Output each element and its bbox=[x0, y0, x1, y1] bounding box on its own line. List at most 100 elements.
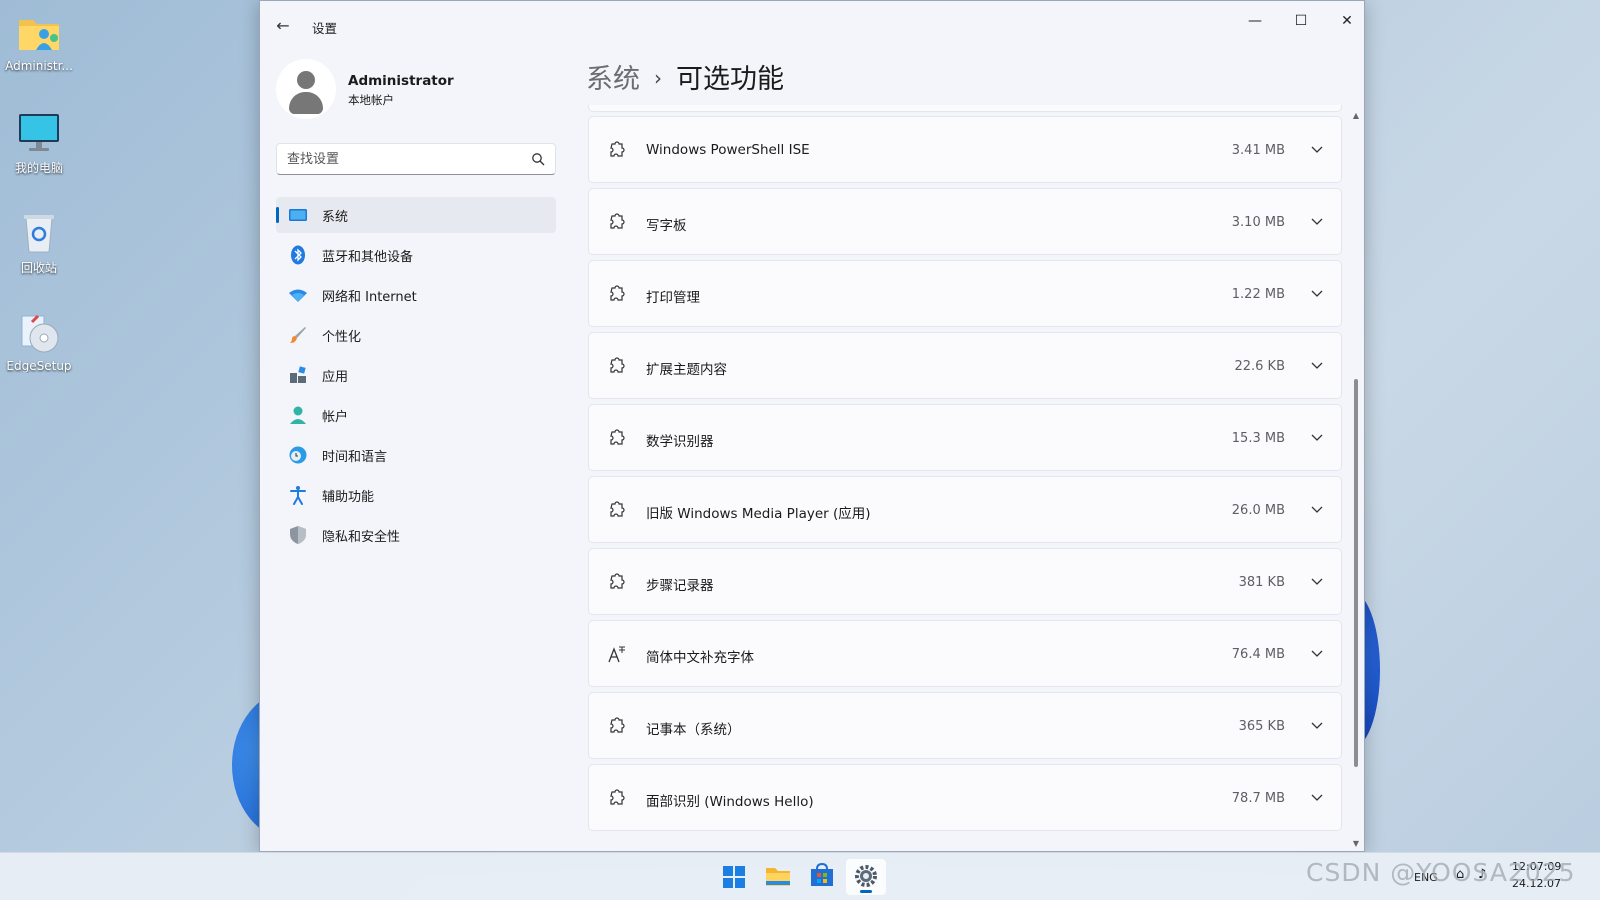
bluetooth-icon bbox=[291, 245, 305, 265]
settings-taskbar-button[interactable] bbox=[846, 859, 886, 895]
sidebar-item-label: 蓝牙和其他设备 bbox=[322, 249, 414, 265]
title-bar: ← 设置 — ☐ ✕ bbox=[260, 1, 1364, 49]
desktop-icon-recycle-bin[interactable]: 回收站 bbox=[2, 210, 76, 276]
feature-name: 简体中文补充字体 bbox=[646, 650, 754, 666]
sidebar-item-system[interactable]: 系统 bbox=[276, 197, 556, 233]
sidebar-item-accounts[interactable]: 帐户 bbox=[276, 397, 556, 433]
brush-icon bbox=[290, 327, 306, 343]
desktop-icon-label: Administr... bbox=[5, 59, 73, 73]
chevron-down-icon[interactable] bbox=[1309, 429, 1325, 445]
sidebar-item-label: 时间和语言 bbox=[322, 449, 388, 465]
chevron-down-icon[interactable] bbox=[1309, 789, 1325, 805]
breadcrumb-parent[interactable]: 系统 bbox=[586, 64, 640, 95]
feature-item[interactable]: 简体中文补充字体 76.4 MB bbox=[588, 620, 1342, 687]
feature-item[interactable]: Windows PowerShell ISE 3.41 MB bbox=[588, 116, 1342, 183]
sidebar-item-privacy-security[interactable]: 隐私和安全性 bbox=[276, 517, 556, 553]
chevron-down-icon[interactable] bbox=[1309, 717, 1325, 733]
feature-item[interactable]: 打印管理 1.22 MB bbox=[588, 260, 1342, 327]
minimize-button[interactable]: — bbox=[1232, 5, 1278, 37]
desktop-icon-label: EdgeSetup bbox=[6, 359, 72, 373]
chevron-down-icon[interactable] bbox=[1309, 141, 1325, 157]
sidebar-item-time-language[interactable]: 时间和语言 bbox=[276, 437, 556, 473]
feature-size: 22.6 KB bbox=[1234, 359, 1285, 374]
account-icon bbox=[290, 406, 306, 424]
maximize-button[interactable]: ☐ bbox=[1278, 5, 1324, 37]
search-box[interactable] bbox=[276, 143, 556, 175]
globe-clock-icon bbox=[289, 446, 307, 464]
chevron-down-icon[interactable] bbox=[1309, 573, 1325, 589]
feature-name: 旧版 Windows Media Player (应用) bbox=[646, 506, 871, 522]
wifi-icon bbox=[289, 289, 307, 302]
feature-item[interactable]: 记事本（系统） 365 KB bbox=[588, 692, 1342, 759]
feature-item[interactable]: 扩展主题内容 22.6 KB bbox=[588, 332, 1342, 399]
search-icon[interactable] bbox=[531, 152, 545, 166]
feature-size: 76.4 MB bbox=[1231, 647, 1285, 662]
chevron-down-icon[interactable] bbox=[1309, 213, 1325, 229]
start-icon bbox=[723, 866, 745, 888]
sidebar-item-label: 个性化 bbox=[322, 329, 362, 345]
settings-window: ← 设置 — ☐ ✕ Administrator 本地帐户 系统 bbox=[259, 0, 1365, 852]
feature-item[interactable]: 步骤记录器 381 KB bbox=[588, 548, 1342, 615]
puzzle-icon bbox=[610, 285, 625, 301]
feature-item[interactable]: 数学识别器 15.3 MB bbox=[588, 404, 1342, 471]
sidebar-item-personalization[interactable]: 个性化 bbox=[276, 317, 556, 353]
sidebar-item-apps[interactable]: 应用 bbox=[276, 357, 556, 393]
breadcrumb-separator-icon: › bbox=[654, 66, 662, 90]
chevron-down-icon[interactable] bbox=[1309, 645, 1325, 661]
watermark: CSDN @YOOSA2025 bbox=[1306, 858, 1576, 887]
close-button[interactable]: ✕ bbox=[1324, 5, 1370, 37]
font-icon bbox=[608, 646, 625, 663]
chevron-down-icon[interactable] bbox=[1309, 357, 1325, 373]
breadcrumb: 系统 › 可选功能 bbox=[586, 57, 784, 96]
start-button[interactable] bbox=[714, 859, 754, 895]
sidebar-item-label: 辅助功能 bbox=[322, 489, 375, 505]
back-button[interactable]: ← bbox=[272, 15, 294, 37]
sidebar-nav: 系统 蓝牙和其他设备 网络和 Internet 个性化 应用 帐户 时间和语言 … bbox=[276, 197, 556, 557]
feature-size: 26.0 MB bbox=[1231, 503, 1285, 518]
desktop-icon-administrator[interactable]: Administr... bbox=[2, 10, 76, 73]
installer-disc-icon bbox=[16, 310, 62, 356]
sidebar-item-bluetooth[interactable]: 蓝牙和其他设备 bbox=[276, 237, 556, 273]
sidebar-item-network[interactable]: 网络和 Internet bbox=[276, 277, 556, 313]
desktop-icon-label: 回收站 bbox=[20, 261, 57, 275]
file-explorer-icon bbox=[766, 868, 790, 886]
monitor-icon bbox=[16, 110, 62, 156]
recycle-bin-icon bbox=[16, 210, 62, 256]
avatar bbox=[276, 59, 336, 119]
user-profile[interactable]: Administrator 本地帐户 bbox=[276, 59, 566, 119]
feature-name: 数学识别器 bbox=[646, 434, 714, 450]
accessibility-icon bbox=[290, 486, 306, 505]
feature-size: 3.41 MB bbox=[1231, 143, 1285, 158]
feature-item[interactable]: 旧版 Windows Media Player (应用) 26.0 MB bbox=[588, 476, 1342, 543]
active-indicator bbox=[860, 890, 872, 893]
sidebar-item-label: 帐户 bbox=[322, 409, 349, 425]
profile-account-type: 本地帐户 bbox=[348, 93, 394, 107]
scroll-up-icon[interactable]: ▲ bbox=[1351, 111, 1361, 121]
sidebar-item-accessibility[interactable]: 辅助功能 bbox=[276, 477, 556, 513]
feature-name: 面部识别 (Windows Hello) bbox=[646, 794, 814, 810]
feature-size: 365 KB bbox=[1238, 719, 1285, 734]
chevron-down-icon[interactable] bbox=[1309, 285, 1325, 301]
apps-icon bbox=[290, 366, 306, 383]
scroll-thumb[interactable] bbox=[1354, 379, 1358, 767]
feature-name: 步骤记录器 bbox=[646, 578, 714, 594]
chevron-down-icon[interactable] bbox=[1309, 501, 1325, 517]
sidebar-item-label: 应用 bbox=[322, 369, 349, 385]
feature-name: 写字板 bbox=[646, 218, 687, 234]
search-input[interactable] bbox=[277, 144, 517, 174]
feature-size: 15.3 MB bbox=[1231, 431, 1285, 446]
desktop-icon-my-computer[interactable]: 我的电脑 bbox=[2, 110, 76, 176]
scrollbar[interactable]: ▲ ▼ bbox=[1351, 111, 1361, 849]
folder-user-icon bbox=[16, 10, 62, 56]
feature-item[interactable]: 写字板 3.10 MB bbox=[588, 188, 1342, 255]
file-explorer-button[interactable] bbox=[758, 859, 798, 895]
system-icon bbox=[289, 209, 307, 221]
feature-item[interactable]: 面部识别 (Windows Hello) 78.7 MB bbox=[588, 764, 1342, 831]
puzzle-icon bbox=[610, 501, 625, 517]
sidebar-item-label: 网络和 Internet bbox=[322, 289, 417, 305]
scroll-down-icon[interactable]: ▼ bbox=[1351, 839, 1361, 849]
puzzle-icon bbox=[610, 573, 625, 589]
store-button[interactable] bbox=[802, 859, 842, 895]
desktop-icon-edgesetup[interactable]: EdgeSetup bbox=[2, 310, 76, 373]
feature-name: Windows PowerShell ISE bbox=[646, 142, 810, 158]
